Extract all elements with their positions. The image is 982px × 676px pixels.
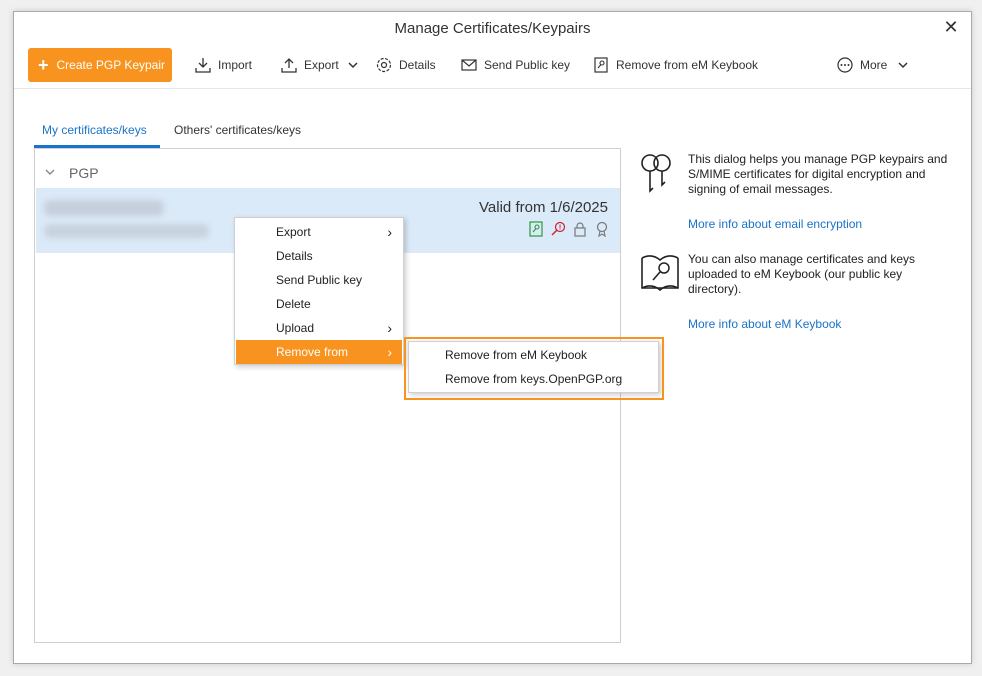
more-button[interactable]: More — [836, 48, 915, 82]
import-label: Import — [218, 58, 253, 72]
valid-from-text: Valid from 1/6/2025 — [479, 199, 608, 216]
blurred-email — [44, 224, 209, 238]
details-label: Details — [399, 58, 436, 72]
menu-item-export[interactable]: Export › — [236, 220, 402, 244]
status-icons: ! — [528, 221, 610, 238]
context-menu: Export › Details Send Public key Delete … — [234, 217, 404, 365]
dialog-window: Manage Certificates/Keypairs ✕ + Create … — [13, 11, 972, 664]
more-icon — [837, 57, 853, 73]
group-header-pgp[interactable]: PGP — [45, 165, 99, 181]
blurred-name — [44, 200, 164, 216]
menu-item-send-public-key[interactable]: Send Public key — [236, 268, 402, 292]
group-label: PGP — [69, 165, 99, 181]
plus-icon: + — [38, 55, 49, 75]
close-icon[interactable]: ✕ — [941, 17, 961, 37]
chevron-down-icon — [898, 62, 908, 69]
tab-my-certificates[interactable]: My certificates/keys — [34, 116, 160, 148]
export-button[interactable]: Export — [280, 48, 365, 82]
chevron-down-icon — [45, 168, 55, 179]
toolbar: + Create PGP Keypair Import Export Detai… — [14, 48, 971, 82]
chevron-right-icon: › — [387, 320, 392, 336]
menu-item-remove-from[interactable]: Remove from › — [236, 340, 402, 364]
menu-item-details[interactable]: Details — [236, 244, 402, 268]
submenu-item-remove-openpgp[interactable]: Remove from keys.OpenPGP.org — [409, 367, 658, 391]
svg-text:!: ! — [559, 225, 561, 232]
keybook-icon — [594, 57, 608, 73]
more-label: More — [860, 58, 888, 72]
menu-item-label: Delete — [276, 297, 311, 311]
info-text-2: You can also manage certificates and key… — [688, 252, 916, 296]
submenu-item-remove-keybook[interactable]: Remove from eM Keybook — [409, 343, 658, 367]
key-warning-icon: ! — [550, 221, 566, 237]
toolbar-divider — [14, 88, 971, 89]
remove-from-submenu: Remove from eM Keybook Remove from keys.… — [408, 341, 659, 393]
export-icon — [281, 58, 297, 73]
lock-icon — [572, 221, 588, 237]
remove-from-keybook-button[interactable]: Remove from eM Keybook — [592, 48, 758, 82]
menu-item-label: Details — [276, 249, 313, 263]
keybook-info-link[interactable]: More info about eM Keybook — [688, 317, 841, 331]
menu-item-label: Export — [276, 225, 311, 239]
keys-icon — [638, 152, 676, 199]
info-text-1: This dialog helps you manage PGP keypair… — [688, 152, 948, 196]
gear-icon — [376, 57, 392, 73]
create-pgp-keypair-button[interactable]: + Create PGP Keypair — [28, 48, 172, 82]
email-encryption-link[interactable]: More info about email encryption — [688, 217, 862, 231]
tab-others-certificates[interactable]: Others' certificates/keys — [174, 116, 301, 148]
keybook-status-icon — [528, 221, 544, 237]
dialog-title: Manage Certificates/Keypairs — [394, 20, 591, 37]
certificate-badge-icon — [594, 221, 610, 238]
menu-item-label: Send Public key — [276, 273, 363, 287]
send-public-key-label: Send Public key — [484, 58, 571, 72]
menu-item-upload[interactable]: Upload › — [236, 316, 402, 340]
create-pgp-keypair-label: Create PGP Keypair — [56, 58, 166, 72]
menu-item-delete[interactable]: Delete — [236, 292, 402, 316]
chevron-right-icon: › — [387, 344, 392, 360]
keybook-book-icon — [638, 252, 682, 297]
import-icon — [195, 58, 211, 73]
import-button[interactable]: Import — [194, 48, 252, 82]
chevron-down-icon — [348, 62, 358, 69]
remove-from-keybook-label: Remove from eM Keybook — [616, 58, 759, 72]
chevron-right-icon: › — [387, 224, 392, 240]
details-button[interactable]: Details — [375, 48, 436, 82]
send-public-key-button[interactable]: Send Public key — [460, 48, 570, 82]
export-label: Export — [304, 58, 339, 72]
menu-item-label: Remove from — [276, 345, 349, 359]
envelope-icon — [461, 59, 477, 71]
menu-item-label: Upload — [276, 321, 315, 335]
